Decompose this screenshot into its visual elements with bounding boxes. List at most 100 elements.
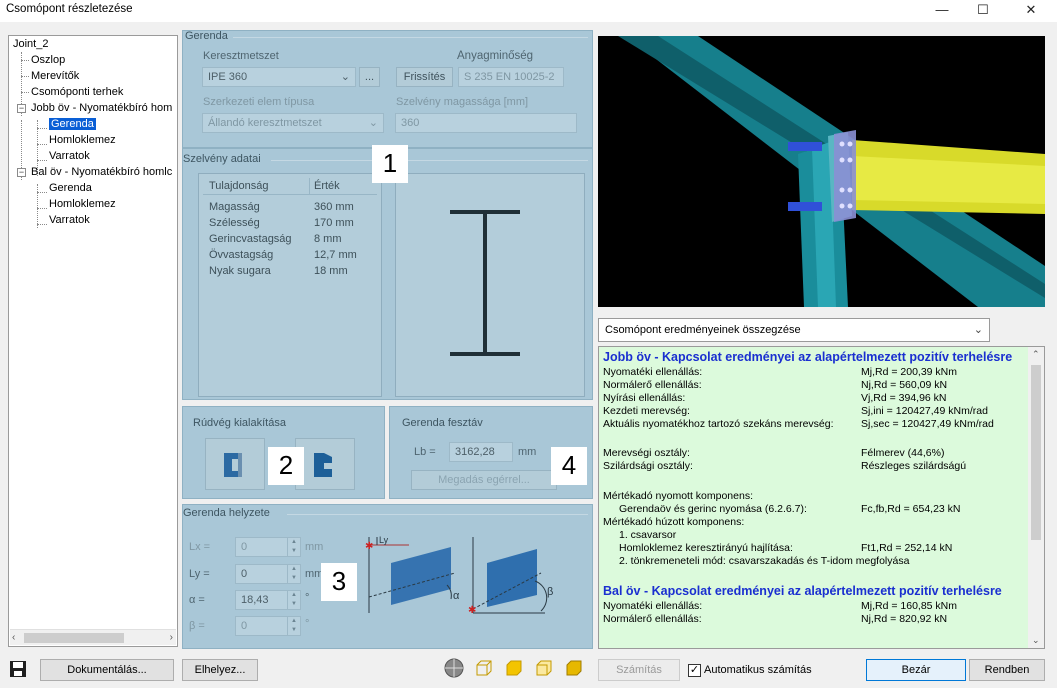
elhelyez-button[interactable]: Elhelyez...	[182, 659, 258, 681]
tree-item-merevitok[interactable]: Merevítők	[31, 68, 79, 84]
tree-item-bal-homloklemez[interactable]: Homloklemez	[49, 196, 116, 212]
result-heading: Jobb öv - Kapcsolat eredményei az alapér…	[603, 350, 1013, 364]
beam-position-diagram: Ly α ✱ β ✱	[365, 535, 553, 616]
tree-item-bal-ov[interactable]: Bal öv - Nyomatékbíró homlc	[31, 164, 172, 180]
result-value: Nj,Rd = 560,09 kN	[861, 379, 948, 391]
spinner-icon[interactable]: ▲ ▼	[287, 565, 300, 583]
result-label: Homloklemez keresztirányú hajlítása:	[619, 542, 793, 554]
keresztmetszet-select[interactable]: IPE 360 ⌄	[202, 67, 356, 87]
minimize-icon[interactable]: —	[919, 0, 965, 22]
table-cell: Övvastagság	[209, 249, 274, 261]
result-label: 1. csavarsor	[619, 529, 677, 541]
bezar-button[interactable]: Bezár	[866, 659, 966, 681]
wireframe-view-icon[interactable]	[473, 657, 495, 679]
transparent-view-icon[interactable]	[533, 657, 555, 679]
auto-calc-checkbox[interactable]: ✓	[688, 664, 701, 677]
diagram-ly-label: Ly	[379, 535, 389, 545]
lb-label: Lb =	[414, 446, 436, 458]
results-select[interactable]: Csomópont eredményeinek összegzése ⌄	[598, 318, 990, 342]
ly-label: Ly =	[189, 568, 210, 580]
column-header-property: Tulajdonság	[209, 180, 269, 192]
scroll-right-icon[interactable]: ›	[170, 632, 173, 643]
diagram-beta-label: β	[547, 586, 553, 598]
scroll-thumb[interactable]	[1031, 365, 1041, 540]
helyzet-group: Gerenda helyzete Lx = 0 ▲ ▼ mm Ly = 0 ▲ ▼ mm…	[182, 504, 593, 649]
scroll-down-icon[interactable]: ⌄	[1032, 635, 1040, 646]
callout-2: 2	[268, 447, 304, 485]
tree-item-jobb-gerenda[interactable]: Gerenda	[49, 116, 96, 132]
result-label: Mértékadó húzott komponens:	[603, 516, 745, 528]
frissites-button[interactable]: Frissítés	[396, 67, 453, 87]
megadas-egerrel-button[interactable]: Megadás egérrel...	[411, 470, 557, 490]
dokumentalas-button[interactable]: Dokumentálás...	[40, 659, 174, 681]
rendben-button[interactable]: Rendben	[969, 659, 1045, 681]
fesztav-group-title: Gerenda fesztáv	[402, 417, 483, 429]
lb-unit: mm	[518, 446, 537, 458]
collapse-icon[interactable]: −	[17, 104, 26, 113]
shaded-view-icon[interactable]	[563, 657, 585, 679]
column-header-value: Érték	[314, 180, 340, 192]
scroll-left-icon[interactable]: ‹	[12, 632, 15, 643]
joint-tree[interactable]: Joint_2 Oszlop Merevítők Csomóponti terh…	[8, 35, 178, 647]
tree-horizontal-scrollbar[interactable]: ‹ ›	[10, 629, 176, 645]
result-value: Vj,Rd = 394,96 kN	[861, 392, 947, 404]
lx-input[interactable]: 0 ▲ ▼	[235, 537, 301, 557]
alpha-label: α =	[189, 594, 205, 606]
straight-end-icon	[224, 453, 242, 477]
maximize-icon[interactable]: ☐	[960, 0, 1006, 22]
tree-item-jobb-homloklemez[interactable]: Homloklemez	[49, 132, 116, 148]
tree-item-terhek[interactable]: Csomóponti terhek	[31, 84, 123, 100]
tree-item-bal-gerenda[interactable]: Gerenda	[49, 180, 92, 196]
browse-section-button[interactable]: ...	[359, 67, 380, 87]
globe-view-icon[interactable]	[443, 657, 465, 679]
spinner-icon[interactable]: ▲ ▼	[287, 617, 300, 635]
collapse-icon[interactable]: −	[17, 168, 26, 177]
chevron-down-icon: ⌄	[973, 324, 983, 336]
chevron-down-icon: ⌄	[340, 71, 350, 83]
tree-item-bal-varratok[interactable]: Varratok	[49, 212, 90, 228]
result-label: Mértékadó nyomott komponens:	[603, 490, 753, 502]
window-title: Csomópont részletezése	[6, 3, 133, 15]
elemtipus-value: Állandó keresztmetszet	[208, 117, 322, 129]
beta-input[interactable]: 0 ▲ ▼	[235, 616, 301, 636]
straight-end-option[interactable]	[205, 438, 265, 490]
spinner-icon[interactable]: ▲ ▼	[287, 591, 300, 609]
result-label: Gerendaöv és gerinc nyomása (6.2.6.7):	[619, 503, 807, 515]
solid-view-icon[interactable]	[503, 657, 525, 679]
result-value: Mj,Rd = 160,85 kNm	[861, 600, 957, 612]
tree-item-jobb-varratok[interactable]: Varratok	[49, 148, 90, 164]
callout-4: 4	[551, 447, 587, 485]
elemtipus-select[interactable]: Állandó keresztmetszet ⌄	[202, 113, 384, 133]
spinner-icon[interactable]: ▲ ▼	[287, 538, 300, 556]
ly-input[interactable]: 0 ▲ ▼	[235, 564, 301, 584]
callout-1: 1	[372, 145, 408, 183]
joint-3d-view[interactable]	[598, 36, 1045, 307]
scroll-up-icon[interactable]: ⌃	[1032, 349, 1040, 360]
close-icon[interactable]: ✕	[1008, 0, 1054, 22]
results-vertical-scrollbar[interactable]: ⌃ ⌄	[1028, 347, 1044, 648]
gerenda-group-title: Gerenda	[185, 30, 228, 42]
szamitas-button[interactable]: Számítás	[598, 659, 680, 681]
haunched-end-icon	[314, 453, 332, 477]
table-cell: 360 mm	[314, 201, 354, 213]
anyag-field[interactable]: S 235 EN 10025-2	[458, 67, 564, 87]
tree-item-joint[interactable]: Joint_2	[13, 36, 48, 52]
keresztmetszet-value: IPE 360	[208, 71, 248, 83]
result-value: Nj,Rd = 820,92 kN	[861, 613, 948, 625]
section-property-table: Tulajdonság Érték Magasság 360 mm Széles…	[198, 173, 382, 397]
result-label: Nyomatéki ellenállás:	[603, 600, 703, 612]
auto-calc-label: Automatikus számítás	[704, 664, 812, 676]
save-icon[interactable]	[8, 659, 30, 679]
lb-input[interactable]: 3162,28	[449, 442, 513, 462]
results-panel[interactable]: Jobb öv - Kapcsolat eredményei az alapér…	[598, 346, 1045, 649]
lx-unit: mm	[305, 541, 324, 553]
tree-item-oszlop[interactable]: Oszlop	[31, 52, 65, 68]
section-preview	[395, 173, 585, 397]
scroll-thumb[interactable]	[24, 633, 124, 643]
magassag-field[interactable]: 360	[395, 113, 577, 133]
tree-item-jobb-ov[interactable]: Jobb öv - Nyomatékbíró hom	[31, 100, 172, 116]
result-label: Normálerő ellenállás:	[603, 613, 702, 625]
table-cell: 170 mm	[314, 217, 354, 229]
alpha-input[interactable]: 18,43 ▲ ▼	[235, 590, 301, 610]
haunched-end-option[interactable]	[295, 438, 355, 490]
